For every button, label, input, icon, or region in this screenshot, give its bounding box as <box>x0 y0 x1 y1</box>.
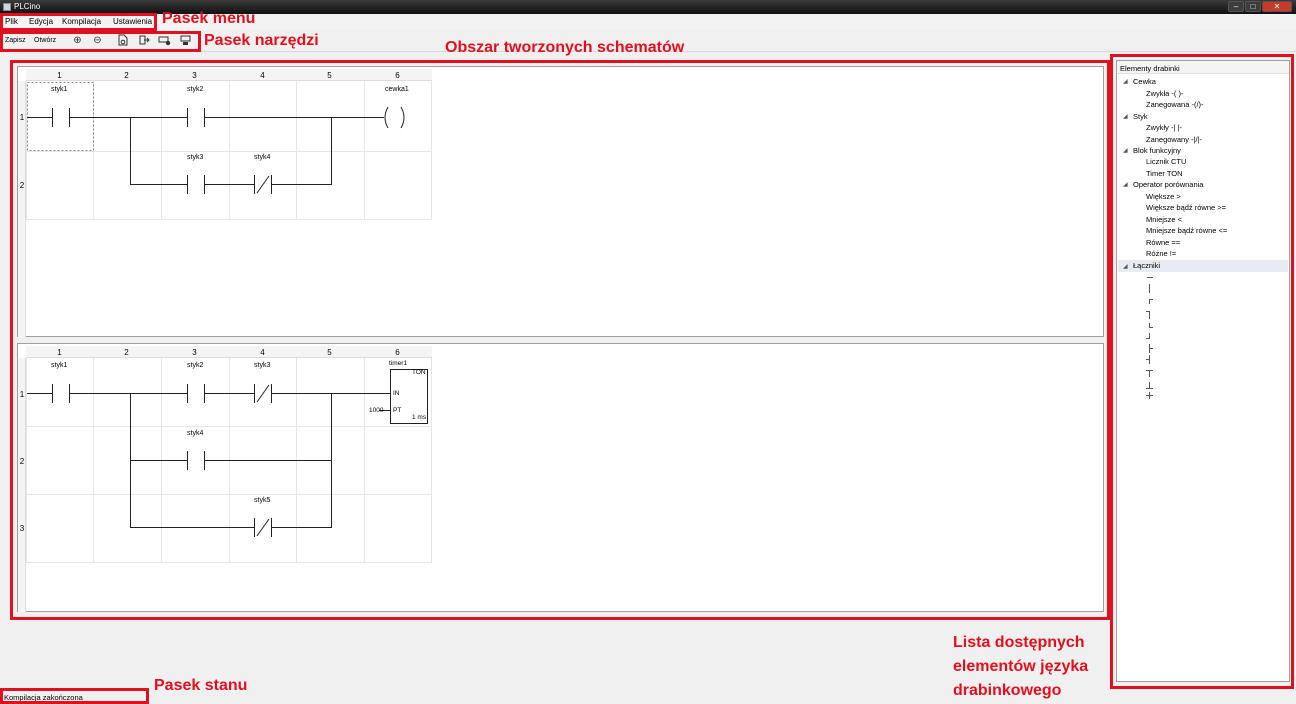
annotation-elements-label-2: elementów języka <box>953 658 1089 675</box>
tree-item[interactable]: Timer TON <box>1146 169 1183 178</box>
contact-label: styk3 <box>187 154 204 161</box>
zoom-in-icon[interactable]: ⊕ <box>71 34 84 47</box>
tree-item[interactable]: Większe > <box>1146 192 1181 201</box>
tree-item[interactable]: Mniejsze < <box>1146 215 1182 224</box>
contact-label: styk2 <box>187 86 204 93</box>
timer-type: TON <box>412 369 426 376</box>
coil-label: cewka1 <box>385 86 409 93</box>
new-file-icon[interactable] <box>116 34 129 47</box>
status-text: Kompilacja zakończona <box>4 693 83 702</box>
app-icon <box>3 3 11 11</box>
menu-plik[interactable]: Plik <box>5 17 18 26</box>
tree-item[interactable]: Licznik CTU <box>1146 157 1186 166</box>
timer-preset: 1000 <box>369 407 384 414</box>
annotation-menu-label: Pasek menu <box>162 10 256 27</box>
timer-value: 1 ms <box>412 414 427 421</box>
ladder-grid-1 <box>26 81 432 220</box>
contact-label: styk5 <box>254 497 271 504</box>
annotation-toolbar-label: Pasek narzędzi <box>204 32 319 49</box>
timer-label: timer1 <box>389 360 408 367</box>
remove-rung-icon[interactable] <box>179 34 192 47</box>
window-title: PLCino <box>14 2 41 11</box>
tree-group-laczniki[interactable]: Łączniki <box>1133 261 1160 270</box>
menu-edycja[interactable]: Edycja <box>29 17 53 26</box>
open-button[interactable]: Otwórz <box>34 37 56 44</box>
tree-group-operator[interactable]: Operator porównania <box>1133 180 1203 189</box>
timer-in-pin: IN <box>393 390 400 397</box>
timer-pt-pin: PT <box>393 407 402 414</box>
expand-arrow-icon[interactable]: ◢ <box>1123 147 1128 154</box>
ladder-elements-panel: Elementy drabinki ◢ Cewka Zwykła -( )- Z… <box>1116 60 1290 682</box>
connector-icons[interactable] <box>1145 273 1157 399</box>
tree-item[interactable]: Zanegowana -(/)- <box>1146 100 1204 109</box>
expand-arrow-icon[interactable]: ◢ <box>1123 263 1128 270</box>
ladder-grid-2 <box>26 358 432 563</box>
tree-item[interactable]: Większe bądź równe >= <box>1146 203 1226 212</box>
close-button[interactable]: ✕ <box>1262 1 1292 12</box>
contact-label: styk2 <box>187 362 204 369</box>
add-rung-icon[interactable] <box>158 34 171 47</box>
maximize-button[interactable]: □ <box>1245 1 1261 12</box>
tree-group-cewka[interactable]: Cewka <box>1133 77 1156 86</box>
contact-label: styk4 <box>254 154 271 161</box>
tree-item[interactable]: Różne != <box>1146 249 1176 258</box>
minimize-button[interactable]: – <box>1228 1 1244 12</box>
export-icon[interactable] <box>137 34 150 47</box>
save-button[interactable]: Zapisz <box>5 37 26 44</box>
tree-item[interactable]: Zanegowany -|/|- <box>1146 135 1202 144</box>
ladder-diagram-2[interactable]: 1 2 3 4 5 6 1 2 3 styk1 styk2 styk3 time… <box>17 343 1104 612</box>
tree-item[interactable]: Równe == <box>1146 238 1180 247</box>
annotation-elements-label-3: drabinkowego <box>953 682 1062 699</box>
tree-item[interactable]: Zwykła -( )- <box>1146 89 1184 98</box>
expand-arrow-icon[interactable]: ◢ <box>1123 113 1128 120</box>
contact-label: styk1 <box>51 362 68 369</box>
annotation-diagram-label: Obszar tworzonych schematów <box>445 39 685 56</box>
tree-item[interactable]: Zwykły -| |- <box>1146 123 1182 132</box>
expand-arrow-icon[interactable]: ◢ <box>1123 78 1128 85</box>
expand-arrow-icon[interactable]: ◢ <box>1123 181 1128 188</box>
tree-item[interactable]: Mniejsze bądź równe <= <box>1146 226 1227 235</box>
contact-label: styk3 <box>254 362 271 369</box>
ladder-diagram-1[interactable]: 1 2 3 4 5 6 1 2 styk1 styk2 cewka1 styk3… <box>17 66 1104 337</box>
annotation-elements-label-1: Lista dostępnych <box>953 634 1085 651</box>
panel-header: Elementy drabinki <box>1120 64 1180 73</box>
menu-ustawienia[interactable]: Ustawienia <box>113 17 152 26</box>
contact-label: styk4 <box>187 430 204 437</box>
tree-group-styk[interactable]: Styk <box>1133 112 1148 121</box>
annotation-status-label: Pasek stanu <box>154 677 248 694</box>
zoom-out-icon[interactable]: ⊖ <box>91 34 104 47</box>
tree-group-blok[interactable]: Blok funkcyjny <box>1133 146 1181 155</box>
contact-label: styk1 <box>51 86 68 93</box>
menu-kompilacja[interactable]: Kompilacja <box>62 17 101 26</box>
